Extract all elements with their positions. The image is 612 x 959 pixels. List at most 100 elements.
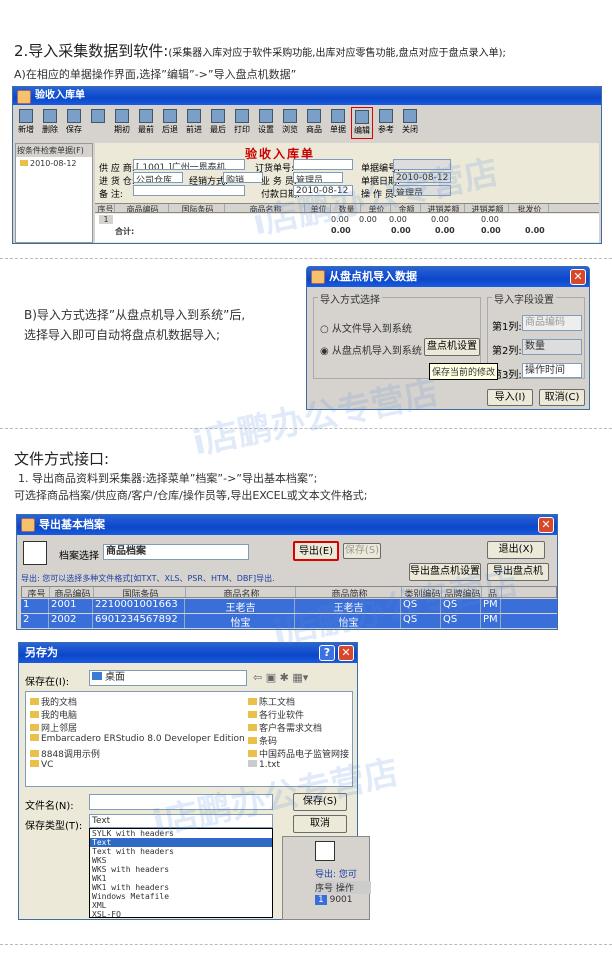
toolbar-icon [355, 110, 369, 124]
radio-from-device[interactable]: ◉ 从盘点机导入到系统 [320, 342, 422, 357]
filetype-label: 保存类型(T): [25, 821, 83, 832]
device-settings-button[interactable]: 盘点机设置 [424, 338, 480, 356]
file-item-label: 网上邻居 [41, 724, 78, 734]
archive-select[interactable]: 商品档案 [103, 544, 249, 560]
toolbar-icon [19, 109, 33, 123]
archive-icon [23, 541, 47, 565]
toolbar-icon [187, 109, 201, 123]
toolbar-button-3[interactable] [87, 107, 109, 139]
filetype-option[interactable]: WKS [90, 856, 272, 865]
radio-from-file[interactable]: ○ 从文件导入到系统 [320, 320, 412, 335]
close-icon[interactable]: ✕ [538, 517, 554, 533]
detail-cell: 0.00 [389, 215, 407, 224]
help-icon[interactable]: ? [319, 645, 335, 661]
folder-icon [30, 760, 39, 767]
tree-item[interactable]: 2010-08-12 [16, 157, 92, 170]
folder-icon [248, 737, 257, 744]
col2-select[interactable]: 数量 [522, 339, 582, 355]
toolbar-button-8[interactable]: 最后 [207, 107, 229, 139]
export-column-header: 序号 [22, 587, 50, 597]
behind-header: 序号 操作 [315, 881, 371, 894]
folder-icon [248, 750, 257, 757]
step-b-line2: 选择导入即可自动将盘点机数据导入; [24, 328, 221, 342]
warehouse-field[interactable]: 公司仓库 [133, 172, 183, 183]
col3-select[interactable]: 操作时间 [522, 363, 582, 378]
filetype-dropdown[interactable]: SYLK with headers Text Text with headers WK… [89, 828, 273, 919]
file-item[interactable]: 8848调用示例 [30, 747, 100, 760]
toolbar-button-12[interactable]: 商品 [303, 107, 325, 139]
tree-header[interactable]: 按条件检索单据(F) [16, 144, 92, 157]
import-titlebar: 从盘点机导入数据 ✕ [307, 267, 589, 287]
export-titlebar: 导出基本档案 ✕ [17, 515, 557, 535]
file-item[interactable]: 我的文档 [30, 695, 77, 708]
behind-hint: 导出: 您可 [315, 870, 357, 880]
file-item[interactable]: 我的电脑 [30, 708, 77, 721]
folder-icon [30, 750, 39, 757]
order-field[interactable] [293, 159, 353, 170]
toolbar-label: 最前 [138, 125, 154, 134]
toolbar-button-14[interactable]: 编辑 [351, 107, 373, 139]
file-item[interactable]: 各行业软件 [248, 708, 304, 721]
file-item[interactable]: 客户各需求文档 [248, 721, 322, 734]
col1-label: 第1列: [492, 322, 522, 333]
toolbar-label: 保存 [66, 125, 82, 134]
file-item[interactable]: 陈工文档 [248, 695, 295, 708]
section2-line2: 可选择商品档案/供应商/客户/仓库/操作员等,导出EXCEL或文本文件格式; [14, 489, 368, 502]
toolbar-button-7[interactable]: 前进 [183, 107, 205, 139]
supplier-field[interactable]: [ 1001 ]广州一恩泰机 [133, 159, 245, 170]
toolbar-label: 后退 [162, 125, 178, 134]
savein-select[interactable]: 桌面 [89, 670, 247, 686]
toolbar-button-10[interactable]: 设置 [255, 107, 277, 139]
col1-select[interactable]: 商品编码 [522, 315, 582, 331]
file-item-label: 陈工文档 [259, 698, 296, 708]
export-cell: 2210001001663 [93, 599, 185, 613]
toolbar-icon [331, 109, 345, 123]
file-item[interactable]: 条码 [248, 734, 277, 747]
export-button[interactable]: 导出(E) [293, 541, 339, 561]
toolbar-label: 单据 [330, 125, 346, 134]
nav-icons[interactable]: ⇦ ▣ ✱ ▦▾ [253, 671, 308, 684]
toolbar-label: 打印 [234, 125, 250, 134]
filetype-option[interactable]: XSL-FO [90, 910, 272, 919]
toolbar-button-16[interactable]: 关闭 [399, 107, 421, 139]
file-item[interactable]: VC [30, 760, 53, 770]
folder-icon [248, 698, 257, 705]
toolbar-button-13[interactable]: 单据 [327, 107, 349, 139]
filetype-option[interactable]: Windows Metafile [90, 892, 272, 901]
filetype-option[interactable]: XML [90, 901, 272, 910]
file-item[interactable]: Embarcadero ERStudio 8.0 Developer Editi… [30, 734, 245, 744]
export-column-header: 商品名称 [186, 587, 296, 597]
toolbar-button-9[interactable]: 打印 [231, 107, 253, 139]
filetype-option[interactable]: WKS with headers [90, 865, 272, 874]
file-item-label: 客户各需求文档 [259, 724, 323, 734]
filetype-option[interactable]: Text with headers [90, 847, 272, 856]
archive-icon [315, 841, 335, 861]
toolbar-button-15[interactable]: 参考 [375, 107, 397, 139]
import-button[interactable]: 导入(I) [487, 389, 533, 406]
export-cell: 2 [21, 614, 49, 628]
toolbar-icon [91, 109, 105, 123]
close-icon[interactable]: ✕ [338, 645, 354, 661]
toolbar-button-11[interactable]: 浏览 [279, 107, 301, 139]
close-icon[interactable]: ✕ [570, 269, 586, 285]
file-item-label: 各行业软件 [259, 711, 305, 721]
desktop-icon [92, 672, 102, 680]
toolbar-icon [235, 109, 249, 123]
saveas-cancel-button[interactable]: 取消 [293, 815, 347, 833]
toolbar-button-2[interactable]: 保存 [63, 107, 85, 139]
exit-button[interactable]: 退出(X) [487, 541, 545, 559]
toolbar-button-0[interactable]: 新增 [15, 107, 37, 139]
toolbar-button-6[interactable]: 后退 [159, 107, 181, 139]
file-item[interactable]: 网上邻居 [30, 721, 77, 734]
toolbar-button-5[interactable]: 最前 [135, 107, 157, 139]
filetype-option[interactable]: WK1 with headers [90, 883, 272, 892]
filetype-option[interactable]: WK1 [90, 874, 272, 883]
cancel-button[interactable]: 取消(C) [539, 389, 585, 406]
clerk-label: 业 务 员: [261, 177, 297, 187]
total-cell: 0.00 [481, 226, 501, 235]
detail-column-header: 商品编码 [115, 204, 169, 212]
toolbar-icon [307, 109, 321, 123]
detail-column-header: 进销差额 [465, 204, 509, 212]
toolbar-button-4[interactable]: 期初 [111, 107, 133, 139]
toolbar-button-1[interactable]: 删除 [39, 107, 61, 139]
